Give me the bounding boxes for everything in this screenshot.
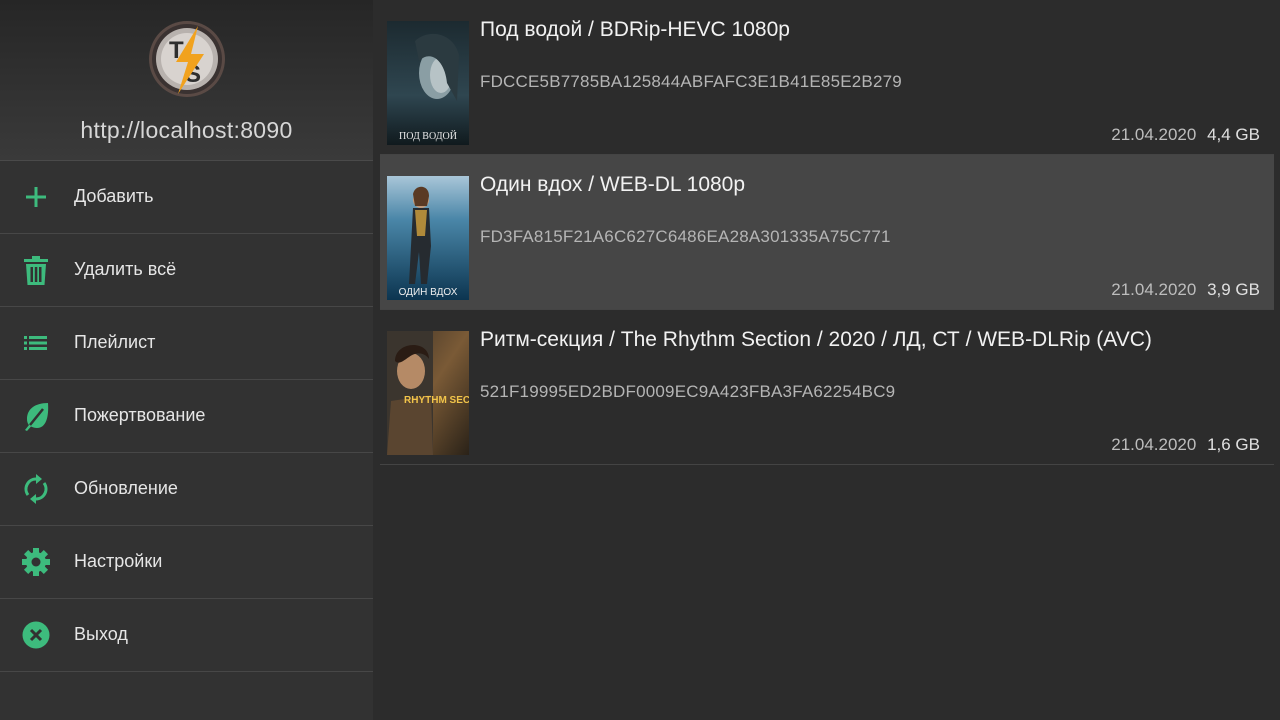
server-url: http://localhost:8090 xyxy=(80,117,293,143)
torrent-size: 1,6 GB xyxy=(1207,435,1260,454)
trash-icon xyxy=(24,256,48,285)
menu-item-exit[interactable]: Выход xyxy=(0,599,373,672)
sidebar: T S http://localhost:8090 Добавить Удали… xyxy=(0,0,373,720)
torrent-date: 21.04.2020 xyxy=(1111,125,1197,144)
torrent-item[interactable]: ОДИН ВДОХ Один вдох / WEB-DL 1080p FD3FA… xyxy=(380,155,1274,310)
refresh-icon xyxy=(24,474,48,504)
torrent-item[interactable]: RHYTHM SECTION Ритм-секция / The Rhythm … xyxy=(380,310,1274,465)
torrserve-logo: T S xyxy=(149,21,225,97)
menu-item-update[interactable]: Обновление xyxy=(0,453,373,526)
menu-item-delete-all[interactable]: Удалить всё xyxy=(0,234,373,307)
menu-item-playlist[interactable]: Плейлист xyxy=(0,307,373,380)
torrent-title: Ритм-секция / The Rhythm Section / 2020 … xyxy=(480,328,1152,351)
torrent-list: ПОД ВОДОЙ Под водой / BDRip-HEVC 1080p F… xyxy=(380,0,1274,465)
menu-item-settings[interactable]: Настройки xyxy=(0,526,373,599)
menu-label: Обновление xyxy=(74,478,178,498)
close-circle-icon xyxy=(22,621,50,649)
poster-caption: ПОД ВОДОЙ xyxy=(399,130,457,142)
poster-caption: ОДИН ВДОХ xyxy=(399,287,458,298)
menu-item-donate[interactable]: Пожертвование xyxy=(0,380,373,453)
movie-poster: ОДИН ВДОХ xyxy=(387,176,469,300)
sidebar-header: T S http://localhost:8090 xyxy=(0,0,373,161)
torrent-meta: 21.04.2020 1,6 GB xyxy=(1111,435,1260,455)
plus-icon xyxy=(26,187,46,207)
app-window: T S http://localhost:8090 Добавить Удали… xyxy=(0,0,1280,720)
torrent-date: 21.04.2020 xyxy=(1111,280,1197,299)
torrent-item[interactable]: ПОД ВОДОЙ Под водой / BDRip-HEVC 1080p F… xyxy=(380,0,1274,155)
torrent-size: 3,9 GB xyxy=(1207,280,1260,299)
list-icon xyxy=(24,336,47,350)
menu-label: Добавить xyxy=(74,186,154,206)
torrent-hash: FDCCE5B7785BA125844ABFAFC3E1B41E85E2B279 xyxy=(480,72,902,91)
menu-label: Выход xyxy=(74,624,128,644)
torrent-title: Под водой / BDRip-HEVC 1080p xyxy=(480,18,790,41)
torrent-date: 21.04.2020 xyxy=(1111,435,1197,454)
menu-item-add[interactable]: Добавить xyxy=(0,161,373,234)
torrent-size: 4,4 GB xyxy=(1207,125,1260,144)
torrent-hash: FD3FA815F21A6C627C6486EA28A301335A75C771 xyxy=(480,227,891,246)
menu-label: Удалить всё xyxy=(74,259,177,279)
torrent-meta: 21.04.2020 3,9 GB xyxy=(1111,280,1260,300)
torrent-title: Один вдох / WEB-DL 1080p xyxy=(480,173,746,196)
menu-label: Плейлист xyxy=(74,332,156,352)
poster-caption: RHYTHM SECTION xyxy=(404,395,469,406)
torrent-hash: 521F19995ED2BDF0009EC9A423FBA3FA62254BC9 xyxy=(480,382,896,401)
movie-poster: ПОД ВОДОЙ xyxy=(387,21,469,145)
menu-label: Пожертвование xyxy=(74,405,206,425)
torrent-meta: 21.04.2020 4,4 GB xyxy=(1111,125,1260,145)
gear-icon xyxy=(22,548,50,576)
leaf-icon xyxy=(25,403,49,431)
menu-label: Настройки xyxy=(74,551,163,571)
movie-poster: RHYTHM SECTION xyxy=(387,331,469,455)
